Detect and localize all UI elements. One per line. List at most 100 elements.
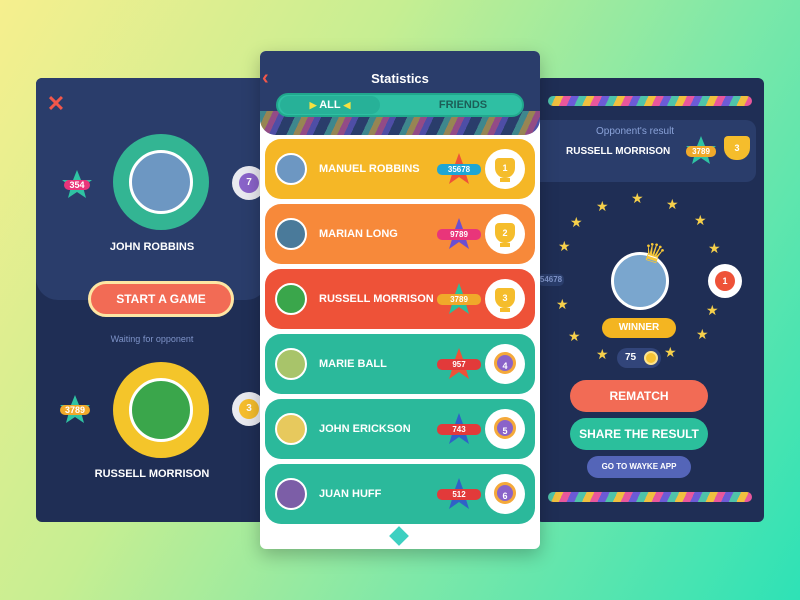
tab-friends[interactable]: FRIENDS [408, 96, 518, 114]
rosette-icon: 4 [485, 344, 525, 384]
rosette-icon: 6 [485, 474, 525, 514]
star-score-badge: 743 [437, 411, 481, 447]
go-to-app-button[interactable]: GO TO WAYKE APP [587, 456, 691, 478]
star-icon: ★ [666, 196, 679, 212]
player1-score: 354 [64, 180, 90, 190]
star-icon: ★ [570, 214, 583, 230]
coin-count: 75 [625, 352, 637, 363]
rank-number: 4 [494, 352, 516, 374]
player-name: MARIE BALL [319, 358, 387, 370]
rank-number: 6 [494, 482, 516, 504]
avatar [275, 348, 307, 380]
leaderboard-row[interactable]: JOHN ERICKSON 743 5 [265, 399, 535, 459]
player-name: MARIAN LONG [319, 228, 398, 240]
statistics-header: ‹ Statistics ▶ ALL ◀ FRIENDS [260, 51, 540, 135]
rank-number: 3 [495, 288, 515, 308]
rank-number: 5 [494, 417, 516, 439]
page-title: Statistics [371, 71, 429, 86]
player-score: 743 [437, 424, 481, 435]
opponent-name: RUSSELL MORRISON [566, 146, 671, 157]
side-score: 54678 [538, 274, 564, 286]
opponent-result-title: Opponent's result [596, 126, 675, 137]
statistics-panel: ‹ Statistics ▶ ALL ◀ FRIENDS MANUEL ROBB… [260, 51, 540, 549]
avatar [275, 218, 307, 250]
coin-counter: 75 [617, 348, 661, 368]
player-score: 35678 [437, 164, 481, 175]
star-icon: ★ [708, 240, 721, 256]
star-icon: ★ [596, 198, 609, 214]
player-name: JUAN HUFF [319, 488, 382, 500]
trophy-icon: 3 [724, 136, 750, 160]
avatar [275, 153, 307, 185]
player2-score: 3789 [60, 405, 90, 415]
star-icon: ★ [558, 238, 571, 254]
side-rank: 1 [715, 271, 735, 291]
result-panel: Opponent's result RUSSELL MORRISON 3789 … [536, 78, 764, 522]
waiting-status: Waiting for opponent [110, 334, 194, 344]
player-score: 3789 [437, 294, 481, 305]
leaderboard-row[interactable]: MARIE BALL 957 4 [265, 334, 535, 394]
scroll-indicator-icon[interactable] [389, 526, 409, 546]
opponent-rank: 3 [734, 143, 740, 153]
rosette-icon: 5 [485, 409, 525, 449]
avatar [275, 283, 307, 315]
player-name: RUSSELL MORRISON [319, 293, 434, 305]
player2-rank: 3 [239, 399, 259, 419]
leaderboard-row[interactable]: JUAN HUFF 512 6 [265, 464, 535, 524]
start-game-button[interactable]: START A GAME [88, 281, 234, 317]
star-icon: ★ [694, 212, 707, 228]
star-icon: ★ [706, 302, 719, 318]
player-score: 512 [437, 489, 481, 500]
triangle-right-icon: ▶ [309, 100, 317, 110]
player1-avatar [129, 150, 193, 214]
player-name: MANUEL ROBBINS [319, 163, 420, 175]
leaderboard-row[interactable]: MARIAN LONG 9789 2 [265, 204, 535, 264]
trophy-icon: 1 [708, 264, 742, 298]
rematch-button[interactable]: REMATCH [570, 380, 708, 412]
tab-all-label: ALL [319, 99, 341, 111]
star-icon: ★ [556, 296, 569, 312]
start-game-panel: ✕ 354 JOHN ROBBINS 7 START A GAME Waitin… [36, 78, 268, 522]
triangle-left-icon: ◀ [343, 100, 351, 110]
star-score-badge: 35678 [437, 151, 481, 187]
player1-name: JOHN ROBBINS [109, 241, 195, 253]
avatar [275, 413, 307, 445]
star-score-badge: 957 [437, 346, 481, 382]
leaderboard-row[interactable]: RUSSELL MORRISON 3789 3 [265, 269, 535, 329]
decorative-stripe [548, 492, 752, 502]
star-icon: ★ [568, 328, 581, 344]
player2-name: RUSSELL MORRISON [94, 468, 210, 480]
player-score: 9789 [437, 229, 481, 240]
star-icon: ★ [664, 344, 677, 360]
rank-number: 2 [495, 223, 515, 243]
close-icon[interactable]: ✕ [44, 92, 68, 116]
star-icon: ★ [631, 190, 644, 206]
player1-rank: 7 [239, 173, 259, 193]
rank-number: 1 [495, 158, 515, 178]
coin-icon [644, 351, 658, 365]
trophy-stem [500, 243, 510, 247]
star-score-badge: 9789 [437, 216, 481, 252]
player2-avatar [129, 378, 193, 442]
tab-bar: ▶ ALL ◀ FRIENDS [276, 93, 524, 117]
trophy-stem [500, 308, 510, 312]
decorative-stripe [548, 96, 752, 106]
star-score-badge: 3789 [437, 281, 481, 317]
star-icon: ★ [696, 326, 709, 342]
opponent-result-card: Opponent's result RUSSELL MORRISON 3789 … [536, 120, 756, 182]
trophy-stem [500, 178, 510, 182]
star-score-badge: 512 [437, 476, 481, 512]
player2-avatar-frame [113, 362, 209, 458]
player1-avatar-frame [113, 134, 209, 230]
player-name: JOHN ERICKSON [319, 423, 411, 435]
player-score: 957 [437, 359, 481, 370]
trophy-icon: 3 [485, 279, 525, 319]
share-result-button[interactable]: SHARE THE RESULT [570, 418, 708, 450]
trophy-icon: 2 [485, 214, 525, 254]
tab-all[interactable]: ▶ ALL ◀ [280, 96, 380, 114]
opponent-score: 3789 [686, 146, 716, 157]
trophy-icon: 1 [485, 149, 525, 189]
star-icon: ★ [596, 346, 609, 362]
avatar [275, 478, 307, 510]
leaderboard-row[interactable]: MANUEL ROBBINS 35678 1 [265, 139, 535, 199]
